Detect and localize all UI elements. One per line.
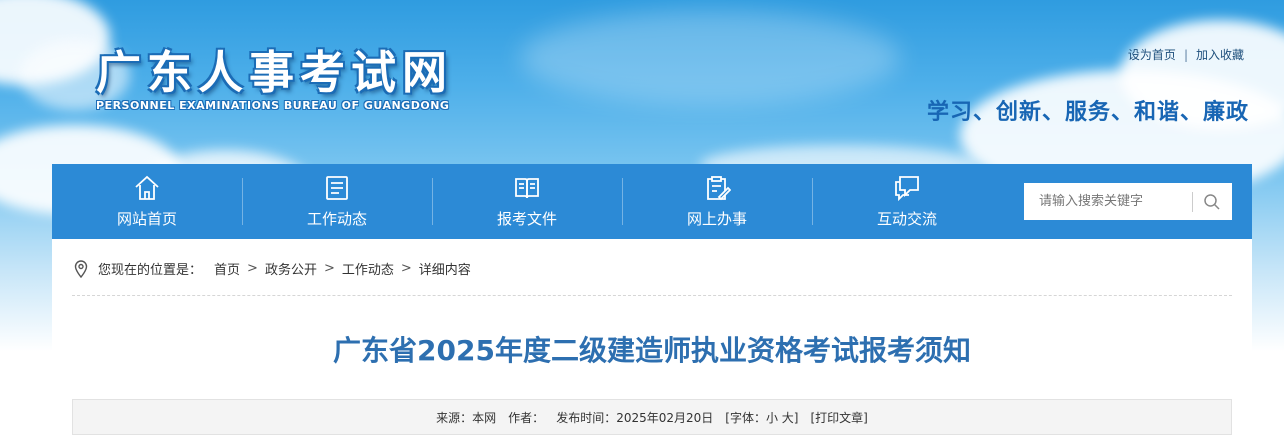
breadcrumb-lead: 您现在的位置是： bbox=[98, 263, 203, 278]
article-author: 作者： bbox=[508, 410, 545, 425]
article-date: 发布时间：2025年02月20日 bbox=[556, 410, 714, 425]
top-links-separator: | bbox=[1183, 47, 1188, 62]
nav-label: 网上办事 bbox=[686, 210, 747, 228]
main-nav: 网站首页 工作动态 报考文件 网上办事 互动交流 bbox=[52, 164, 1252, 239]
nav-item-work-news[interactable]: 工作动态 bbox=[242, 164, 432, 239]
nav-label: 互动交流 bbox=[876, 210, 937, 228]
breadcrumb-gov-affairs[interactable]: 政务公开 bbox=[265, 259, 317, 278]
home-icon bbox=[135, 175, 159, 200]
main-content: 您现在的位置是： 首页 > 政务公开 > 工作动态 > 详细内容 广东省2025… bbox=[52, 239, 1252, 439]
breadcrumb-home[interactable]: 首页 bbox=[214, 259, 240, 278]
nav-label: 网站首页 bbox=[116, 210, 177, 228]
font-size-toggle[interactable]: [字体：小 大] bbox=[725, 409, 798, 426]
breadcrumb-separator: > bbox=[400, 261, 412, 276]
breadcrumb: 您现在的位置是： 首页 > 政务公开 > 工作动态 > 详细内容 bbox=[74, 259, 471, 278]
nav-label: 报考文件 bbox=[496, 210, 557, 228]
breadcrumb-separator: > bbox=[247, 261, 258, 276]
nav-item-online-service[interactable]: 网上办事 bbox=[622, 164, 812, 239]
add-favorite-link[interactable]: 加入收藏 bbox=[1196, 46, 1244, 63]
nav-label: 工作动态 bbox=[306, 210, 367, 228]
breadcrumb-detail: 详细内容 bbox=[418, 263, 471, 278]
search-box bbox=[1024, 183, 1232, 220]
article-source: 来源：本网 bbox=[436, 410, 497, 425]
search-input[interactable] bbox=[1024, 183, 1192, 220]
nav-item-interaction[interactable]: 互动交流 bbox=[812, 164, 1002, 239]
article-title: 广东省2025年度二级建造师执业资格考试报考须知 bbox=[333, 334, 971, 367]
book-icon bbox=[515, 178, 539, 199]
chat-bubble-icon bbox=[895, 176, 919, 202]
site-slogan: 学习、创新、服务、和谐、廉政 bbox=[926, 100, 1249, 125]
clipboard-pen-icon bbox=[707, 176, 731, 201]
site-logo-subtitle: PERSONNEL EXAMINATIONS BUREAU OF GUANGDO… bbox=[96, 99, 450, 112]
top-links: 设为首页 | 加入收藏 bbox=[1128, 46, 1244, 63]
article-meta: 来源：本网 作者： 发布时间：2025年02月20日 [字体：小 大] [打印文… bbox=[72, 399, 1232, 435]
location-pin-icon bbox=[74, 259, 88, 278]
search-icon bbox=[1204, 193, 1220, 210]
breadcrumb-separator: > bbox=[323, 261, 335, 276]
nav-item-exam-docs[interactable]: 报考文件 bbox=[432, 164, 622, 239]
set-homepage-link[interactable]: 设为首页 bbox=[1128, 46, 1176, 63]
site-logo-title[interactable]: 广东人事考试网 bbox=[96, 36, 453, 101]
search-button[interactable] bbox=[1193, 183, 1231, 220]
breadcrumb-divider bbox=[72, 295, 1232, 296]
breadcrumb-work-news[interactable]: 工作动态 bbox=[342, 259, 394, 278]
print-article-link[interactable]: [打印文章] bbox=[810, 409, 867, 426]
nav-item-home[interactable]: 网站首页 bbox=[52, 164, 242, 239]
newspaper-icon bbox=[326, 176, 348, 200]
